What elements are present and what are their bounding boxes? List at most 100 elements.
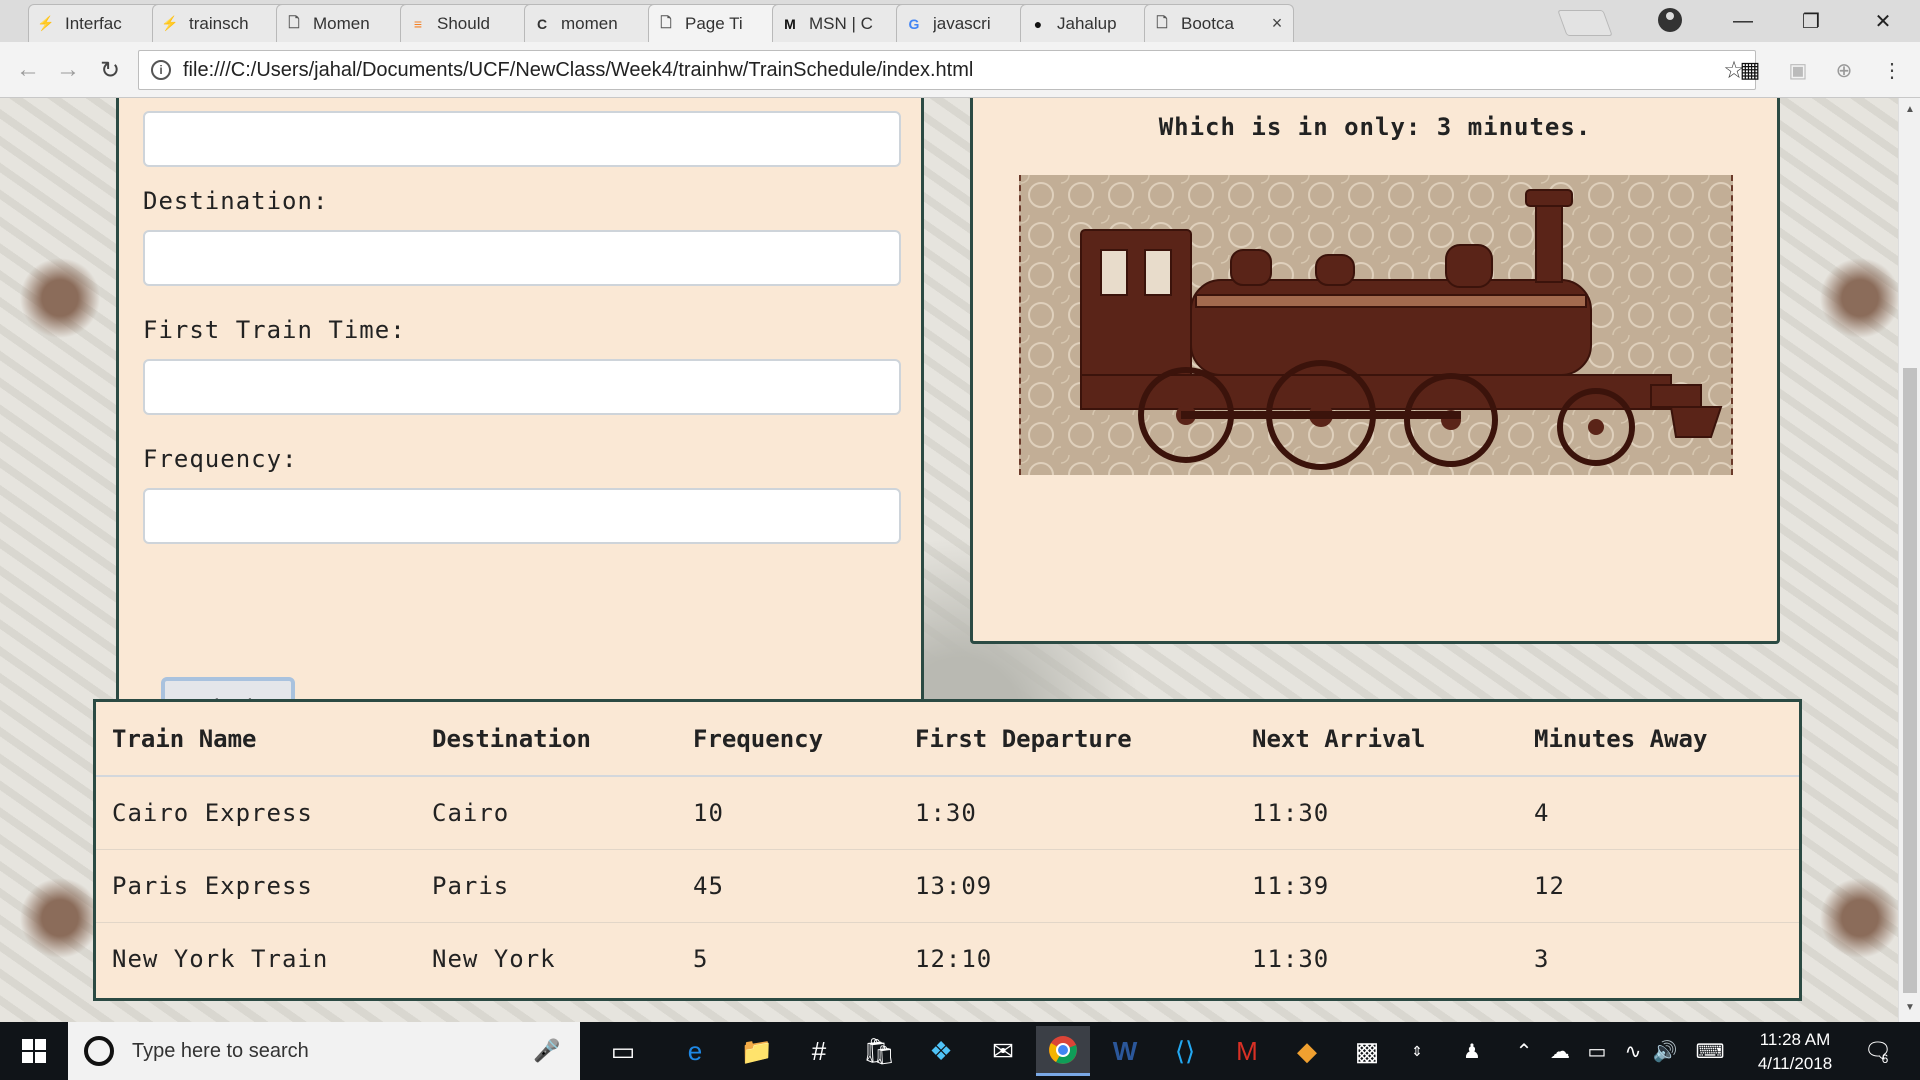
cell-next-arrival: 11:39 (1236, 849, 1518, 923)
table-row: New York Train New York 5 12:10 11:30 3 (96, 922, 1799, 995)
task-view-icon[interactable]: ▭ (596, 1026, 650, 1076)
cell-frequency: 45 (677, 849, 899, 923)
taskbar-search-box[interactable]: Type here to search 🎤 (68, 1022, 580, 1080)
minimize-icon[interactable]: — (1720, 6, 1766, 36)
cell-train-name: Cairo Express (96, 776, 416, 850)
new-tab-button[interactable] (1557, 10, 1613, 36)
header-minutes-away: Minutes Away (1518, 702, 1799, 777)
word-icon[interactable]: W (1098, 1026, 1152, 1076)
destination-label: Destination: (143, 187, 329, 215)
onedrive-icon[interactable]: ☁ (1544, 1022, 1576, 1080)
microphone-icon[interactable]: 🎤 (532, 1038, 562, 1064)
cell-first-departure: 12:10 (915, 944, 993, 973)
app-icon[interactable]: ❖ (914, 1026, 968, 1076)
terminal-icon[interactable]: ▩ (1340, 1026, 1394, 1076)
forward-icon[interactable]: → (54, 56, 82, 84)
mail-icon[interactable]: ✉ (976, 1026, 1030, 1076)
browser-tab[interactable]: 🗋 Bootca × (1144, 4, 1294, 42)
vscode-icon[interactable]: ⟨⟩ (1158, 1026, 1212, 1076)
header-destination: Destination (416, 702, 677, 777)
scrollbar-thumb[interactable] (1903, 368, 1917, 993)
clock-time: 11:28 AM (1759, 1030, 1831, 1049)
volume-icon[interactable]: 🔊 (1650, 1022, 1680, 1080)
header-train-name: Train Name (96, 702, 416, 777)
windows-start-icon[interactable] (0, 1022, 68, 1080)
tab-favicon-icon: C (536, 15, 548, 32)
notification-center-icon[interactable]: 🗨 6 (1856, 1022, 1906, 1080)
train-name-input[interactable] (143, 111, 901, 167)
back-icon[interactable]: ← (14, 56, 42, 84)
store-icon[interactable]: 🛍 (852, 1026, 906, 1076)
file-explorer-icon[interactable]: 📁 (730, 1026, 784, 1076)
tab-favicon-icon: 🗋 (288, 13, 300, 30)
gitkraken-icon[interactable]: ◆ (1280, 1026, 1334, 1076)
cell-train-name: New York Train (112, 944, 329, 973)
gmail-icon[interactable]: M (1220, 1026, 1274, 1076)
tab-close-icon[interactable]: × (1269, 13, 1285, 34)
frequency-label: Frequency: (143, 445, 298, 473)
browser-toolbar: ← → ↻ i file:///C:/Users/jahal/Documents… (0, 42, 1920, 98)
table-header-row: Train Name Destination Frequency First D… (96, 702, 1799, 777)
edge-icon[interactable]: e (668, 1026, 722, 1076)
system-clock[interactable]: 11:28 AM 4/11/2018 (1740, 1028, 1850, 1076)
cell-destination: Cairo (416, 776, 677, 850)
restore-icon[interactable]: ❐ (1788, 6, 1834, 36)
reload-icon[interactable]: ↻ (96, 56, 124, 84)
show-hidden-icons[interactable]: ⌃ (1510, 1022, 1538, 1080)
add-train-form-panel: Destination: First Train Time: Frequency… (116, 98, 924, 788)
scroll-down-icon[interactable]: ▼ (1903, 1002, 1917, 1016)
profile-icon[interactable] (1658, 8, 1682, 32)
scroll-up-icon[interactable]: ▲ (1903, 104, 1917, 118)
clock-date: 4/11/2018 (1757, 1054, 1833, 1073)
reader-extension-icon[interactable]: ▦ (1736, 56, 1764, 84)
cell-destination: Paris (416, 849, 677, 923)
chrome-icon[interactable] (1036, 1026, 1090, 1076)
cell-first-departure: 1:30 (899, 776, 1236, 850)
tab-title: MSN | C (809, 13, 873, 33)
tab-favicon-icon: ● (1033, 15, 1043, 32)
address-bar[interactable]: i file:///C:/Users/jahal/Documents/UCF/N… (138, 50, 1756, 90)
people-icon[interactable]: ♟ (1454, 1022, 1490, 1080)
header-frequency: Frequency (677, 702, 899, 777)
notification-count: 6 (1881, 1052, 1889, 1066)
destination-input[interactable] (143, 230, 901, 286)
cell-destination: New York (432, 944, 556, 973)
tray-scroll-icon[interactable]: ⇕ (1402, 1022, 1432, 1080)
close-window-icon[interactable]: ✕ (1860, 6, 1906, 36)
url-text[interactable]: file:///C:/Users/jahal/Documents/UCF/New… (183, 59, 1719, 82)
browser-tab-strip: ⚡Interfac×⚡trainsch×🗋Momen×≡Should×Cmome… (0, 0, 1920, 42)
frequency-input[interactable] (143, 488, 901, 544)
first-train-time-label: First Train Time: (143, 316, 406, 344)
locomotive-image (1019, 175, 1733, 475)
tab-favicon-icon: G (908, 15, 920, 32)
cell-next-arrival: 11:30 (1252, 944, 1330, 973)
cell-train-name: Paris Express (96, 849, 416, 923)
tab-favicon-icon: 🗋 (1156, 13, 1168, 30)
menu-icon[interactable]: ⋮ (1878, 56, 1906, 84)
next-arrival-panel: Which is in only: 3 minutes. (970, 98, 1780, 644)
tab-favicon-icon: ⚡ (161, 15, 179, 31)
first-train-time-input[interactable] (143, 359, 901, 415)
page-viewport: Destination: First Train Time: Frequency… (0, 98, 1898, 1022)
tab-title: momen (561, 13, 618, 33)
tab-title: Momen (313, 13, 370, 33)
keyboard-icon[interactable]: ⌨ (1690, 1022, 1730, 1080)
tab-favicon-icon: M (784, 15, 796, 32)
wifi-icon[interactable]: ∿ (1618, 1022, 1648, 1080)
extension-icon[interactable]: ⊕ (1830, 56, 1858, 84)
arrival-message: Which is in only: 3 minutes. (1158, 113, 1592, 141)
info-icon[interactable]: i (151, 60, 171, 80)
table-row: Paris Express Paris 45 13:09 11:39 12 (96, 849, 1799, 923)
cortana-icon[interactable] (84, 1036, 114, 1066)
tab-title: Bootca (1181, 13, 1234, 33)
search-placeholder[interactable]: Type here to search (132, 1040, 532, 1063)
tab-title: Should (437, 13, 490, 33)
page-scrollbar[interactable]: ▲ ▼ (1898, 98, 1920, 1022)
slack-icon[interactable]: # (792, 1026, 846, 1076)
pocket-extension-icon[interactable]: ▣ (1784, 56, 1812, 84)
battery-icon[interactable]: ▭ (1582, 1022, 1612, 1080)
tab-favicon-icon: ⚡ (37, 15, 55, 31)
tab-title: Page Ti (685, 13, 743, 33)
cell-minutes-away: 4 (1518, 776, 1799, 850)
cell-first-departure: 13:09 (899, 849, 1236, 923)
